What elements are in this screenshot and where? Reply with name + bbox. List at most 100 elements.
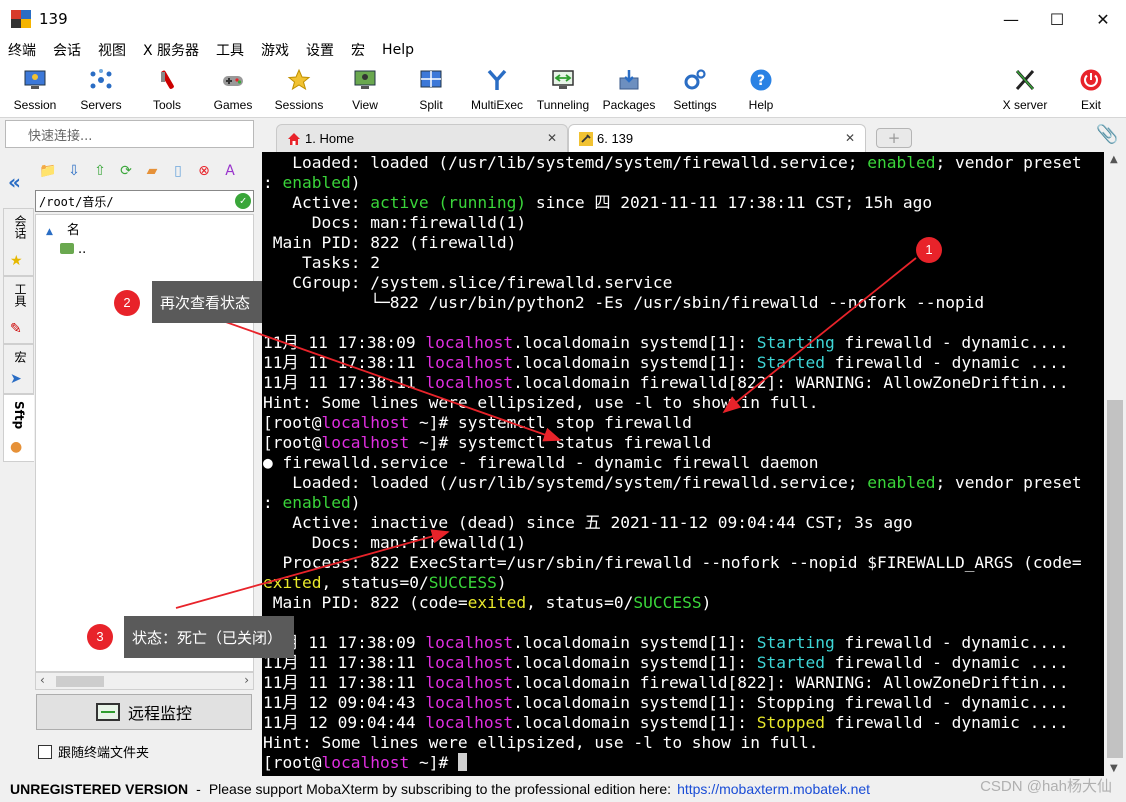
terminal-text-segment: localhost [425, 373, 514, 392]
xserver-button[interactable]: X server [992, 65, 1058, 117]
remote-monitor-label: 远程监控 [127, 704, 192, 723]
servers-button[interactable]: Servers [68, 65, 134, 117]
packages-icon [619, 70, 639, 90]
mobaxterm-window: 139 — ☐ ✕ 终端 会话 视图 X 服务器 工具 游戏 设置 宏 Help… [0, 0, 1126, 802]
sftp-panel: 📁 ⇩ ⇧ ⟳ ▰ ▯ ⊗ A /root/音乐/ ✓ ▲ 名 .. ‹ › 远… [34, 156, 256, 776]
terminal-text-segment: localhost [425, 633, 514, 652]
multiexec-button[interactable]: MultiExec [464, 65, 530, 117]
maximize-button[interactable]: ☐ [1034, 0, 1080, 38]
delete-icon[interactable]: ⊗ [194, 162, 214, 180]
close-tab-home-icon[interactable]: ✕ [547, 131, 557, 145]
sftp-path-value: /root/音乐/ [39, 195, 114, 209]
follow-terminal-folder[interactable]: 跟随终端文件夹 [38, 742, 149, 761]
scroll-left-icon[interactable]: ‹ [40, 673, 45, 687]
scroll-down-icon[interactable]: ▼ [1110, 763, 1118, 774]
new-folder-icon[interactable]: ▰ [142, 162, 162, 180]
remote-monitor-button[interactable]: 远程监控 [36, 694, 252, 730]
menu-bar: 终端 会话 视图 X 服务器 工具 游戏 设置 宏 Help [0, 38, 1126, 62]
side-tab-sftp[interactable]: Sftp ● [3, 394, 34, 462]
terminal-text-segment: └─822 /usr/bin/python2 -Es /usr/sbin/fir… [263, 293, 985, 312]
tunneling-icon [552, 70, 574, 89]
menu-games[interactable]: 游戏 [261, 40, 289, 60]
help-icon: ? [750, 69, 772, 91]
terminal-text-segment: ; vendor preset [935, 153, 1082, 172]
help-button[interactable]: ? Help [728, 65, 794, 117]
sftp-horizontal-scrollbar[interactable]: ‹ › [35, 672, 254, 690]
menu-view[interactable]: 视图 [98, 40, 126, 60]
terminal-text-segment: firewalld - dynamic.... [834, 633, 1069, 652]
terminal-text-segment: ) [350, 173, 361, 192]
servers-icon [90, 69, 112, 89]
packages-button[interactable]: Packages [596, 65, 662, 117]
new-tab-plus-icon[interactable]: + [876, 128, 912, 148]
settings-button[interactable]: Settings [662, 65, 728, 117]
settings-label: Settings [673, 98, 717, 112]
menu-terminal[interactable]: 终端 [8, 40, 36, 60]
follow-terminal-checkbox[interactable] [38, 744, 52, 759]
terminal-text-segment: SUCCESS [633, 593, 702, 612]
terminal-text-segment: 11月 12 09:04:44 [263, 713, 426, 732]
sessions-button[interactable]: Sessions [266, 65, 332, 117]
tab-home[interactable]: 1. Home ✕ [276, 124, 568, 152]
split-button[interactable]: Split [398, 65, 464, 117]
refresh-icon[interactable]: ⟳ [116, 162, 136, 180]
terminal-key-icon [579, 131, 593, 146]
side-tab-macros[interactable]: 宏 ➤ [3, 344, 34, 394]
split-label: Split [419, 98, 443, 112]
terminal-text-segment: [root@ [263, 413, 322, 432]
tab-terminal-139[interactable]: 6. 139 ✕ [568, 124, 866, 152]
annotation-badge-3: 3 [87, 624, 113, 650]
terminal-line: Hint: Some lines were ellipsized, use -l… [263, 733, 819, 753]
menu-settings[interactable]: 设置 [306, 40, 334, 60]
close-window-button[interactable]: ✕ [1080, 0, 1126, 38]
mobaxterm-link[interactable]: https://mobaxterm.mobatek.net [677, 781, 870, 797]
terminal-text-segment: Main PID: 822 (firewalld) [263, 233, 517, 252]
terminal-text-segment: .localdomain firewalld[822]: WARNING: Al… [513, 673, 1069, 692]
close-tab-terminal-icon[interactable]: ✕ [845, 131, 855, 145]
tunneling-button[interactable]: Tunneling [530, 65, 596, 117]
new-file-icon[interactable]: ▯ [168, 162, 188, 180]
scroll-up-icon[interactable]: ▲ [1110, 154, 1118, 165]
name-column-header[interactable]: ▲ 名 [46, 219, 80, 238]
quick-connect-input[interactable]: 快速连接... [5, 120, 254, 148]
parent-folder-icon[interactable]: 📁 [38, 162, 58, 180]
paperclip-icon[interactable]: 📎 [1096, 124, 1118, 145]
minimize-button[interactable]: — [988, 0, 1034, 38]
terminal-line: Active: inactive (dead) since 五 2021-11-… [263, 513, 912, 533]
menu-xserver[interactable]: X 服务器 [143, 40, 199, 60]
terminal-vertical-scrollbar[interactable]: ▲ ▼ [1104, 152, 1126, 776]
terminal-text-segment: 11月 12 09:04:43 [263, 693, 426, 712]
exit-button[interactable]: Exit [1058, 65, 1124, 117]
games-label: Games [213, 98, 253, 112]
packages-label: Packages [602, 98, 656, 112]
terminal-line: [root@localhost ~]# systemctl status fir… [263, 433, 711, 453]
list-item-parent-dir[interactable]: .. [60, 242, 86, 257]
scroll-thumb[interactable] [56, 676, 104, 687]
side-tab-sessions[interactable]: 会话 ★ [3, 208, 34, 276]
terminal-scroll-thumb[interactable] [1107, 400, 1123, 758]
download-icon[interactable]: ⇩ [64, 162, 84, 180]
upload-icon[interactable]: ⇧ [90, 162, 110, 180]
menu-macro[interactable]: 宏 [351, 40, 365, 60]
terminal-line: [root@localhost ~]# systemctl stop firew… [263, 413, 692, 433]
session-button[interactable]: Session [2, 65, 68, 117]
terminal-text-segment: ) [701, 593, 712, 612]
menu-tools[interactable]: 工具 [216, 40, 244, 60]
view-button[interactable]: View [332, 65, 398, 117]
tools-button[interactable]: Tools [134, 65, 200, 117]
terminal-text-segment: localhost [425, 353, 514, 372]
collapse-sidebar-chevron-icon[interactable]: « [8, 170, 21, 194]
session-label: Session [13, 98, 57, 112]
terminal-text-segment: since 四 2021-11-11 17:38:11 CST; 15h ago [526, 193, 933, 212]
sftp-path-input[interactable]: /root/音乐/ ✓ [35, 190, 254, 212]
games-button[interactable]: Games [200, 65, 266, 117]
side-tab-tools[interactable]: 工具 ✎ [3, 276, 34, 344]
menu-session[interactable]: 会话 [53, 40, 81, 60]
path-ok-check-icon[interactable]: ✓ [235, 193, 251, 209]
terminal-line: Tasks: 2 [263, 253, 380, 273]
wrench-icon: ✎ [10, 321, 22, 337]
terminal-text-segment: Docs: man:firewalld(1) [263, 533, 527, 552]
scroll-right-icon[interactable]: › [244, 673, 249, 687]
rename-icon[interactable]: A [220, 162, 240, 180]
menu-help[interactable]: Help [382, 42, 414, 58]
